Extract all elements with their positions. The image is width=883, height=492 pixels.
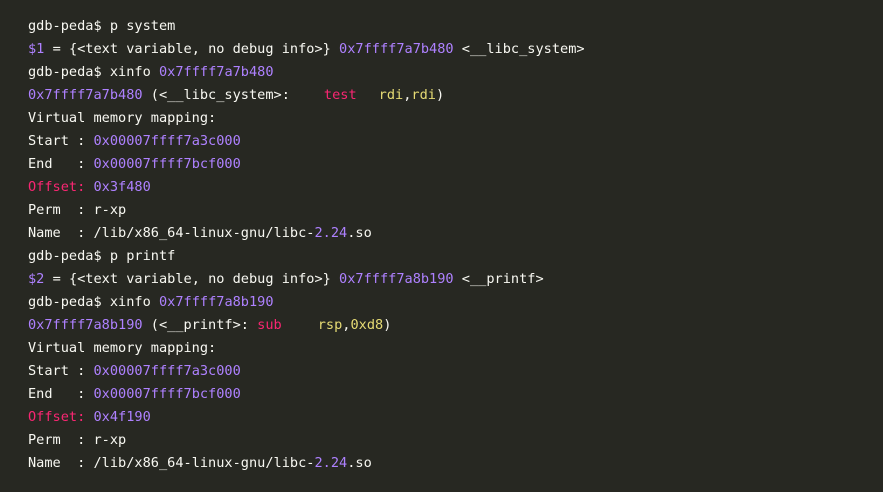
command-line: gdb-peda$ p system <box>28 15 883 38</box>
mapping-start-row: Start : 0x00007ffff7a3c000 <box>28 130 883 153</box>
disassembly-line: 0x7ffff7a8b190 (<__printf>: sub rsp,0xd8) <box>28 314 883 337</box>
field-value: 0x00007ffff7bcf000 <box>93 386 241 402</box>
mapping-perm-row: Perm : r-xp <box>28 199 883 222</box>
field-label: Offset: <box>28 179 86 195</box>
field-value: r-xp <box>93 432 127 448</box>
mapping-end-row: End : 0x00007ffff7bcf000 <box>28 383 883 406</box>
closing-paren: ) <box>383 317 392 333</box>
library-path: /lib/x86_64-linux-gnu/libc- <box>93 455 315 471</box>
field-value: 0x00007ffff7a3c000 <box>93 133 241 149</box>
field-label: End : <box>28 386 86 402</box>
field-label: Perm : <box>28 202 86 218</box>
field-value: r-xp <box>93 202 127 218</box>
result-type-text: {<text variable, no debug info>} <box>68 271 331 287</box>
field-value: 0x00007ffff7bcf000 <box>93 156 241 172</box>
closing-paren: ) <box>435 87 445 103</box>
library-extension: .so <box>347 225 372 241</box>
mapping-perm-row: Perm : r-xp <box>28 429 883 452</box>
command-line: gdb-peda$ xinfo 0x7ffff7a7b480 <box>28 61 883 84</box>
mapping-end-row: End : 0x00007ffff7bcf000 <box>28 153 883 176</box>
library-extension: .so <box>347 455 372 471</box>
library-version: 2.24 <box>314 455 348 471</box>
result-symbol: <__printf> <box>461 271 544 287</box>
command-line: gdb-peda$ xinfo 0x7ffff7a8b190 <box>28 291 883 314</box>
library-path: /lib/x86_64-linux-gnu/libc- <box>93 225 315 241</box>
result-variable: $1 <box>28 41 45 57</box>
result-type-text: {<text variable, no debug info>} <box>68 41 331 57</box>
equals-sign: = <box>52 271 61 287</box>
field-label: Start : <box>28 363 86 379</box>
instruction-operand: rsp <box>317 317 343 333</box>
field-label: Perm : <box>28 432 86 448</box>
result-symbol: <__libc_system> <box>461 41 585 57</box>
mapping-offset-row: Offset: 0x4f190 <box>28 406 883 429</box>
field-label: Offset: <box>28 409 86 425</box>
mapping-header: Virtual memory mapping: <box>28 110 217 126</box>
command-text: p system <box>109 18 176 34</box>
prompt: gdb-peda$ <box>28 18 102 34</box>
prompt: gdb-peda$ <box>28 248 102 264</box>
disassembly-line: 0x7ffff7a7b480 (<__libc_system>: test rdi,… <box>28 84 883 107</box>
instruction-operand: rdi <box>411 87 436 103</box>
instruction-operand: rdi <box>378 87 404 103</box>
field-value: 0x00007ffff7a3c000 <box>93 363 241 379</box>
instruction-symbol: (<__printf>: <box>150 317 249 333</box>
command-line: gdb-peda$ p printf <box>28 245 883 268</box>
prompt: gdb-peda$ <box>28 294 102 310</box>
field-label: Name : <box>28 455 86 471</box>
result-address: 0x7ffff7a7b480 <box>339 41 454 57</box>
field-label: Start : <box>28 133 86 149</box>
command-text: xinfo <box>109 64 151 80</box>
mapping-offset-row: Offset: 0x3f480 <box>28 176 883 199</box>
field-value: 0x3f480 <box>93 179 151 195</box>
instruction-symbol: (<__libc_system>: <box>150 87 290 103</box>
instruction-address: 0x7ffff7a8b190 <box>28 317 143 333</box>
instruction-operand: 0xd8 <box>350 317 384 333</box>
command-argument: 0x7ffff7a8b190 <box>158 294 274 310</box>
field-label: Name : <box>28 225 86 241</box>
prompt: gdb-peda$ <box>28 64 102 80</box>
field-value: 0x4f190 <box>93 409 151 425</box>
equals-sign: = <box>52 41 61 57</box>
print-result-line: $1 = {<text variable, no debug info>} 0x… <box>28 38 883 61</box>
command-text: xinfo <box>109 294 151 310</box>
result-address: 0x7ffff7a8b190 <box>339 271 454 287</box>
command-argument: 0x7ffff7a7b480 <box>158 64 274 80</box>
mapping-name-row: Name : /lib/x86_64-linux-gnu/libc-2.24.s… <box>28 222 883 245</box>
field-label: End : <box>28 156 86 172</box>
instruction-address: 0x7ffff7a7b480 <box>28 87 143 103</box>
instruction-mnemonic: sub <box>257 317 282 333</box>
library-version: 2.24 <box>314 225 348 241</box>
gdb-terminal-output: gdb-peda$ p system $1 = {<text variable,… <box>0 0 883 492</box>
mapping-name-row: Name : /lib/x86_64-linux-gnu/libc-2.24.s… <box>28 452 883 475</box>
instruction-mnemonic: test <box>323 87 357 103</box>
mapping-start-row: Start : 0x00007ffff7a3c000 <box>28 360 883 383</box>
print-result-line: $2 = {<text variable, no debug info>} 0x… <box>28 268 883 291</box>
result-variable: $2 <box>28 271 45 287</box>
command-text: p printf <box>109 248 176 264</box>
mapping-header: Virtual memory mapping: <box>28 340 217 356</box>
